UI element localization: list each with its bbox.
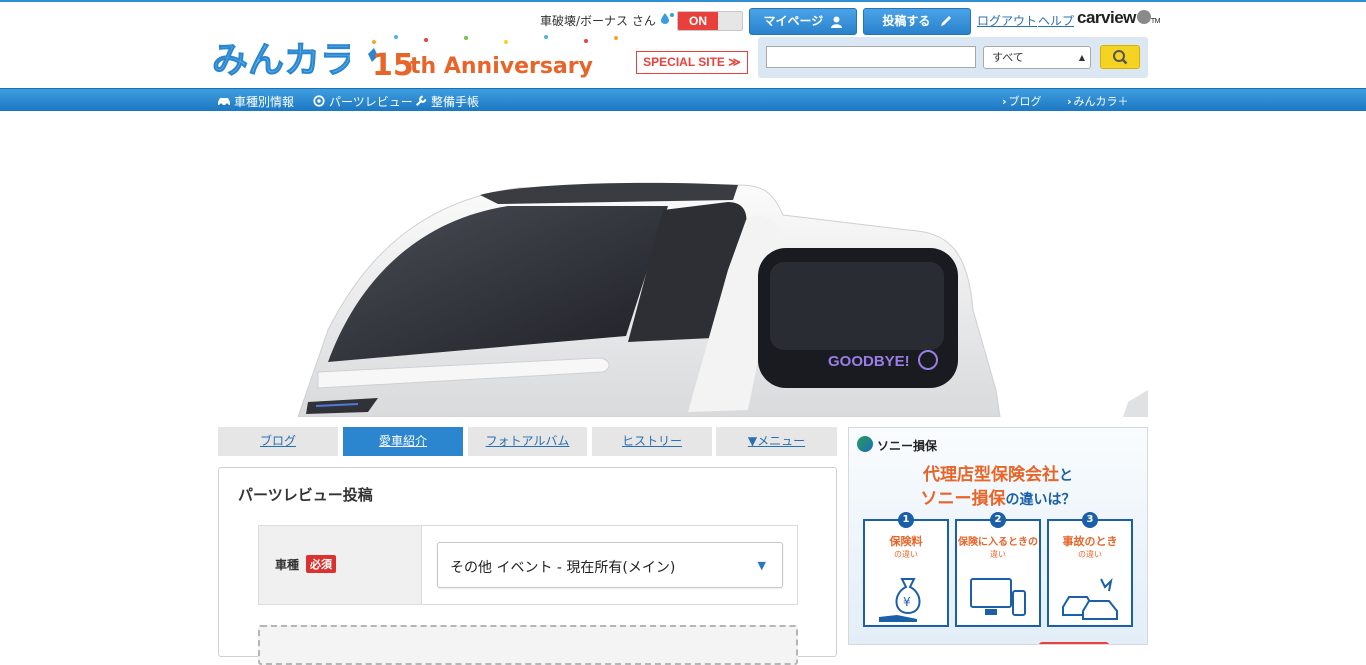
car-crash-icon: [1062, 577, 1118, 620]
svg-text:¥: ¥: [903, 595, 911, 609]
car-type-label: 車種: [275, 558, 300, 572]
car-type-value: その他 イベント - 現在所有(メイン): [450, 560, 676, 576]
ad-card-number: 1: [898, 512, 914, 528]
nav-label: ブログ: [1008, 95, 1042, 108]
ad-card-number: 2: [990, 512, 1006, 528]
tab-photo-album[interactable]: フォトアルバム: [468, 427, 587, 456]
search-input[interactable]: [766, 46, 976, 68]
special-site-button[interactable]: SPECIAL SITE ≫: [636, 51, 748, 74]
search-bar: すべて ▲: [758, 37, 1148, 78]
nav-item-car-info[interactable]: 車種別情報: [217, 93, 294, 110]
logout-link[interactable]: ログアウト: [977, 12, 1037, 29]
ad-headline-1: 代理店型保険会社と: [849, 460, 1147, 485]
dropdown-arrow-icon: ▼: [757, 559, 766, 572]
nav-item-parts-review[interactable]: パーツレビュー: [312, 93, 413, 110]
ad-brand: ソニー損保: [877, 439, 938, 453]
wrench-icon: [415, 95, 427, 107]
sony-logo-icon: [857, 436, 873, 452]
post-button[interactable]: 投稿する: [863, 8, 971, 35]
nav-item-maintenance[interactable]: 整備手帳: [414, 93, 479, 110]
required-badge: 必須: [306, 555, 336, 573]
money-bag-icon: ¥: [879, 578, 921, 622]
search-icon: [1113, 50, 1128, 65]
ad-card-sub: の違い: [1078, 550, 1102, 559]
anniversary-number: 15: [372, 48, 414, 82]
help-link[interactable]: ヘルプ: [1038, 12, 1074, 29]
computer-icon: [970, 578, 1026, 616]
toggle-on-label: ON: [678, 12, 718, 30]
water-drop-icon: [661, 13, 674, 24]
carview-logo[interactable]: carview TM: [1077, 8, 1161, 28]
ad-headline-2-suffix: の違いは？: [1005, 492, 1076, 508]
anniversary-banner[interactable]: 15 th Anniversary: [366, 32, 636, 82]
car-cover-image: GOODBYE!: [218, 140, 1148, 417]
pencil-icon: [940, 16, 951, 26]
post-label: 投稿する: [882, 14, 931, 28]
nav-label: 車種別情報: [234, 95, 295, 109]
car-type-select[interactable]: その他 イベント - 現在所有(メイン) ▼: [437, 542, 783, 588]
tab-menu[interactable]: ▼メニュー: [716, 427, 837, 456]
gear-icon: [313, 95, 325, 107]
anniversary-text: th Anniversary: [410, 54, 593, 79]
ad-headline-2: ソニー損保の違いは？: [849, 484, 1147, 509]
logo-text: みんカラ: [212, 40, 350, 80]
sony-insurance-ad[interactable]: ソニー損保 代理店型保険会社と ソニー損保の違いは？ 1 保険料 の違い ¥ 2…: [848, 427, 1148, 645]
select-arrows-icon: ▲: [1078, 53, 1085, 62]
page-title: パーツレビュー投稿: [238, 486, 373, 504]
image-drop-zone[interactable]: [258, 625, 798, 665]
ad-headline-2-main: ソニー損保: [920, 489, 1006, 509]
user-icon: [831, 16, 843, 28]
car-icon: [218, 98, 230, 107]
nav-item-blog[interactable]: › ブログ: [1002, 93, 1042, 109]
tab-blog[interactable]: ブログ: [218, 427, 338, 456]
ad-card-premium: 1 保険料 の違い ¥: [863, 512, 949, 627]
notification-toggle[interactable]: ON: [677, 11, 743, 31]
chevron-right-icon: ›: [1002, 95, 1007, 108]
chevron-right-icon: ›: [1067, 95, 1072, 108]
nav-label: パーツレビュー: [329, 95, 413, 109]
search-category-select[interactable]: すべて ▲: [983, 46, 1091, 69]
mypage-label: マイページ: [763, 14, 824, 28]
nav-label: 整備手帳: [431, 95, 480, 109]
search-button[interactable]: [1100, 45, 1140, 69]
ad-card-enrollment: 2 保険に入るときの 違い: [955, 512, 1041, 627]
rear-window-text: GOODBYE!: [828, 353, 910, 370]
ad-card-title: 保険に入るときの: [958, 537, 1038, 548]
ad-card-sub: の違い: [894, 550, 918, 559]
tab-history[interactable]: ヒストリー: [592, 427, 712, 456]
search-category-value: すべて: [992, 51, 1024, 64]
ad-card-title: 保険料: [889, 535, 923, 548]
carview-mark-icon: [1136, 10, 1151, 24]
nav-item-minkara-plus[interactable]: › みんカラ＋: [1067, 93, 1129, 109]
car-type-label-cell: 車種 必須: [259, 526, 422, 604]
ad-card-title: 事故のとき: [1062, 535, 1118, 548]
user-name[interactable]: 車破壊/ボーナス さん: [540, 12, 656, 29]
nav-label: みんカラ＋: [1073, 95, 1129, 108]
minkara-logo[interactable]: みんカラ: [212, 38, 350, 81]
ad-card-sub: 違い: [990, 550, 1006, 559]
ad-card-number: 3: [1082, 512, 1098, 528]
global-nav: 車種別情報 パーツレビュー 整備手帳 › ブログ › みんカラ＋: [0, 88, 1366, 111]
site-header: 車破壊/ボーナス さん ON マイページ 投稿する ログアウト ヘルプ carv…: [0, 2, 1366, 88]
car-type-row: 車種 必須 その他 イベント - 現在所有(メイン) ▼: [258, 525, 798, 605]
mypage-button[interactable]: マイページ: [749, 8, 857, 35]
ad-headline-1-suffix: と: [1059, 468, 1073, 484]
ad-card-accident: 3 事故のとき の違い: [1047, 512, 1133, 627]
ad-headline-1-main: 代理店型保険会社: [923, 465, 1059, 485]
tab-car-intro[interactable]: 愛車紹介: [343, 427, 463, 456]
carview-brand: carview: [1077, 8, 1136, 27]
